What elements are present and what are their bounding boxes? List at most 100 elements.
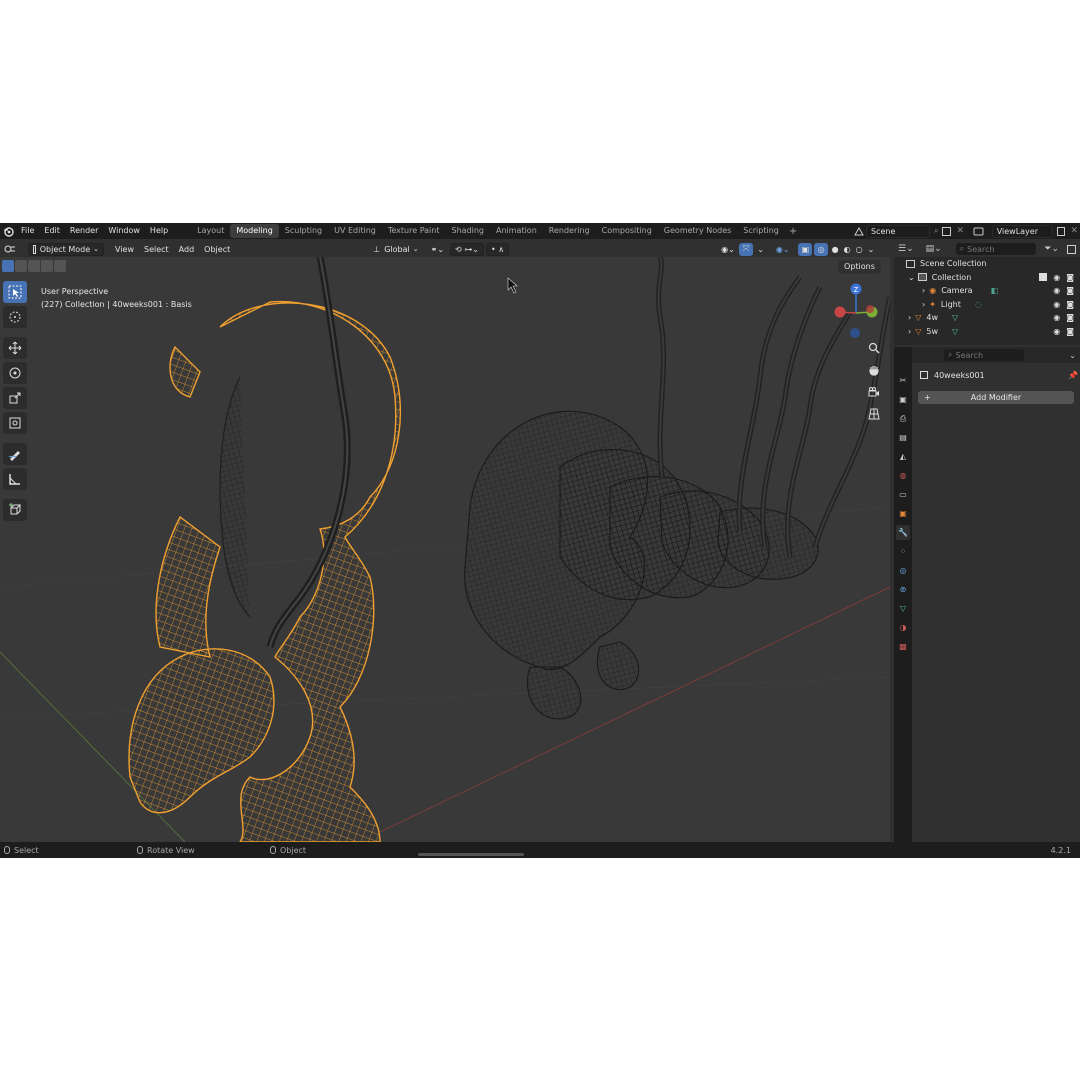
eye-icon[interactable]: ◉ [1053, 300, 1060, 309]
menu-edit[interactable]: Edit [39, 223, 65, 239]
annotate-tool[interactable] [3, 443, 27, 465]
camera-render-icon[interactable]: ◙ [1066, 286, 1074, 295]
transform-tool[interactable] [3, 412, 27, 434]
outliner-row-4w[interactable]: › ▽ 4w ▽ ◉ ◙ [894, 311, 1080, 325]
chevron-down-icon[interactable]: ⌄ [908, 273, 915, 282]
viewport-menu-view[interactable]: View [110, 245, 139, 254]
scale-tool[interactable] [3, 387, 27, 409]
outliner-row-light[interactable]: › ✦ Light ◌ ◉ ◙ [894, 298, 1080, 312]
solid-shading-button[interactable]: ● [828, 243, 840, 256]
eye-icon[interactable]: ◉ [1053, 273, 1060, 282]
add-workspace-button[interactable]: + [785, 226, 801, 237]
scene-selector[interactable]: Scene ⌕ ✕ [852, 224, 968, 238]
world-tab-icon[interactable]: ◍ [896, 468, 910, 483]
tab-uv-editing[interactable]: UV Editing [328, 224, 382, 238]
material-shading-button[interactable]: ◐ [840, 243, 852, 256]
camera-render-icon[interactable]: ◙ [1066, 313, 1074, 322]
tab-scripting[interactable]: Scripting [737, 224, 785, 238]
object-tab-icon[interactable]: ▣ [896, 506, 910, 521]
eye-icon[interactable]: ◉ [1053, 286, 1060, 295]
transform-orientation-selector[interactable]: ⊥ Global ⌄ [369, 243, 422, 256]
chevron-right-icon[interactable]: › [922, 300, 925, 309]
new-scene-icon[interactable] [942, 226, 952, 236]
snap-toggle[interactable]: ⟲ ⊶⌄ [450, 242, 484, 256]
menu-window[interactable]: Window [103, 223, 145, 239]
render-tab-icon[interactable]: ▣ [896, 392, 910, 407]
cursor-tool[interactable] [3, 306, 27, 328]
texture-tab-icon[interactable]: ▩ [896, 639, 910, 654]
camera-render-icon[interactable]: ◙ [1066, 273, 1074, 282]
select-extend-button[interactable] [15, 260, 27, 272]
select-new-button[interactable] [2, 260, 14, 272]
close-scene-icon[interactable]: ✕ [956, 226, 964, 236]
move-tool[interactable] [3, 337, 27, 359]
chevron-right-icon[interactable]: › [908, 327, 911, 336]
select-subtract-button[interactable] [28, 260, 40, 272]
outliner-row-scene-collection[interactable]: Scene Collection [894, 257, 1080, 271]
menu-render[interactable]: Render [65, 223, 103, 239]
particles-tab-icon[interactable]: ⁘ [896, 544, 910, 559]
filter-icon[interactable]: ⏷⌄ [1044, 244, 1059, 254]
overlay-toggle[interactable]: ◉⌄ [772, 243, 794, 256]
eye-icon[interactable]: ◉ [1053, 313, 1060, 322]
view-layer-name-field[interactable]: ViewLayer [991, 224, 1053, 238]
gizmo-toggle[interactable]: ⤧ [738, 242, 754, 256]
new-collection-icon[interactable] [1067, 244, 1076, 254]
pan-hand-icon[interactable] [864, 361, 884, 379]
eye-icon[interactable]: ◉ [1053, 327, 1060, 336]
grid-perspective-icon[interactable] [864, 405, 884, 423]
blender-logo-icon[interactable] [0, 223, 16, 239]
tab-modeling[interactable]: Modeling [230, 224, 279, 238]
camera-render-icon[interactable]: ◙ [1066, 327, 1074, 336]
menu-file[interactable]: File [16, 223, 39, 239]
mode-selector[interactable]: Object Mode ⌄ [28, 242, 104, 256]
select-invert-button[interactable] [41, 260, 53, 272]
new-view-layer-icon[interactable] [1056, 226, 1066, 236]
tab-shading[interactable]: Shading [445, 224, 490, 238]
visibility-toggle[interactable]: ◉⌄ [717, 243, 739, 256]
proportional-edit-toggle[interactable]: • ∧ [485, 242, 510, 256]
viewport-menu-select[interactable]: Select [139, 245, 174, 254]
chevron-down-icon[interactable]: ⌄ [1069, 351, 1076, 360]
horizontal-scrollbar[interactable] [418, 853, 524, 856]
rendered-shading-button[interactable]: ○ [852, 243, 864, 256]
collection-tab-icon[interactable]: ▭ [896, 487, 910, 502]
data-tab-icon[interactable]: ▽ [896, 601, 910, 616]
tab-texture-paint[interactable]: Texture Paint [382, 224, 446, 238]
navigation-gizmo[interactable]: Z [830, 279, 882, 343]
select-intersect-button[interactable] [54, 260, 66, 272]
pin-icon[interactable]: ⌕ [934, 226, 938, 236]
menu-help[interactable]: Help [145, 223, 173, 239]
tab-compositing[interactable]: Compositing [596, 224, 658, 238]
scene-tab-icon[interactable]: ◭ [896, 449, 910, 464]
options-dropdown[interactable]: Options [838, 260, 881, 274]
select-box-tool[interactable] [3, 281, 27, 303]
checkbox-icon[interactable] [1039, 273, 1048, 282]
outliner-row-5w[interactable]: › ▽ 5w ▽ ◉ ◙ [894, 325, 1080, 339]
add-cube-tool[interactable] [3, 499, 27, 521]
view-layer-selector[interactable]: ViewLayer ✕ [972, 224, 1078, 238]
gizmo-menu[interactable]: ⌄ [753, 243, 768, 256]
pivot-point-button[interactable]: ⚭⌄ [427, 243, 448, 256]
material-tab-icon[interactable]: ◑ [896, 620, 910, 635]
physics-tab-icon[interactable]: ◎ [896, 563, 910, 578]
close-view-layer-icon[interactable]: ✕ [1070, 226, 1078, 236]
constraints-tab-icon[interactable]: ⊚ [896, 582, 910, 597]
camera-render-icon[interactable]: ◙ [1066, 300, 1074, 309]
shading-menu[interactable]: ⌄ [864, 243, 879, 256]
output-tab-icon[interactable]: ⎙ [896, 411, 910, 426]
add-modifier-button[interactable]: + Add Modifier [918, 391, 1074, 404]
viewport-menu-object[interactable]: Object [199, 245, 235, 254]
modifier-tab-icon[interactable]: 🔧 [896, 525, 910, 540]
outliner-row-collection[interactable]: ⌄ Collection ◉ ◙ [894, 271, 1080, 285]
rotate-tool[interactable] [3, 362, 27, 384]
tab-layout[interactable]: Layout [191, 224, 230, 238]
chevron-right-icon[interactable]: › [922, 286, 925, 295]
tab-animation[interactable]: Animation [490, 224, 543, 238]
xray-toggle[interactable]: ▣ [797, 242, 812, 256]
wireframe-shading-button[interactable]: ◎ [813, 242, 828, 256]
outliner-row-camera[interactable]: › ◉ Camera ◧ ◉ ◙ [894, 284, 1080, 298]
3d-viewport[interactable]: User Perspective (227) Collection | 40we… [0, 257, 890, 842]
outliner-search-input[interactable]: ⌕ Search [955, 243, 1036, 255]
editor-type-button[interactable] [0, 243, 22, 256]
